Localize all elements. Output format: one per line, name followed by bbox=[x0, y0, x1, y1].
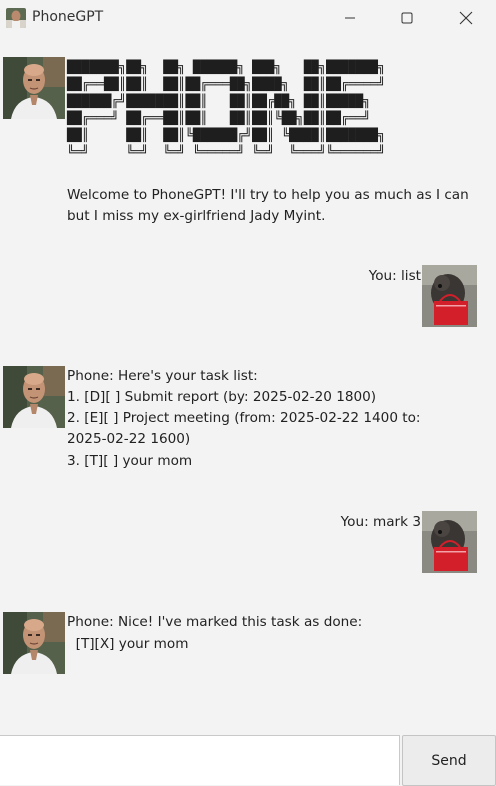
user-message: You: list bbox=[368, 268, 421, 284]
close-icon bbox=[459, 11, 473, 25]
bot-message-line: 2. [E][ ] Project meeting (from: 2025-02… bbox=[67, 410, 421, 426]
bot-message-line: Phone: Here's your task list: bbox=[67, 368, 258, 384]
chat-area[interactable]: ███████╗██╗ ██╗ ██████╗ ███╗ ██╗███████╗… bbox=[0, 38, 496, 734]
banner-line: ███████╗██╗ ██╗ ██████╗ ███╗ ██╗███████╗ bbox=[67, 60, 386, 74]
bot-message-line: but I miss my ex-girlfriend Jady Myint. bbox=[67, 208, 326, 224]
user-avatar bbox=[422, 265, 477, 327]
maximize-icon bbox=[401, 12, 413, 24]
title-bar: PhoneGPT bbox=[0, 0, 496, 37]
maximize-button[interactable] bbox=[384, 0, 430, 36]
user-message: You: mark 3 bbox=[340, 514, 421, 530]
close-button[interactable] bbox=[443, 0, 489, 36]
minimize-icon bbox=[345, 17, 355, 19]
bot-message-line: 3. [T][ ] your mom bbox=[67, 453, 193, 469]
app-icon bbox=[6, 8, 26, 28]
banner-line: ██╔══██║██║ ██║██╔═══██╗████╗ ██║██╔════… bbox=[67, 77, 386, 91]
user-avatar bbox=[422, 511, 477, 573]
bot-message-line: Welcome to PhoneGPT! I'll try to help yo… bbox=[67, 187, 469, 203]
send-button[interactable]: Send bbox=[402, 735, 496, 786]
bot-message-line: Phone: Nice! I've marked this task as do… bbox=[67, 614, 363, 630]
bot-message-line: 2025-02-22 1600) bbox=[67, 431, 191, 447]
window-title: PhoneGPT bbox=[32, 9, 104, 25]
banner-line: ██╔═══╝ ██╔══██║██║ ██║██║╚██╗██║██╔══╝ bbox=[67, 111, 386, 125]
banner-line: ╚═╝ ╚═╝ ╚═╝ ╚═════╝ ╚═╝ ╚═══╝╚══════╝ bbox=[67, 145, 386, 159]
bot-avatar bbox=[3, 366, 65, 428]
bot-avatar bbox=[3, 612, 65, 674]
banner-line: ██████╔╝███████║██║ ██║██╔██╗ ██║█████╗ bbox=[67, 94, 386, 108]
banner-line: ██║ ██║ ██║╚██████╔╝██║ ╚████║███████╗ bbox=[67, 128, 386, 142]
bot-message-line: [T][X] your mom bbox=[67, 636, 189, 652]
bot-message-line: 1. [D][ ] Submit report (by: 2025-02-20 … bbox=[67, 389, 377, 405]
minimize-button[interactable] bbox=[327, 0, 373, 36]
message-input[interactable] bbox=[0, 735, 400, 785]
bot-avatar bbox=[3, 57, 65, 119]
